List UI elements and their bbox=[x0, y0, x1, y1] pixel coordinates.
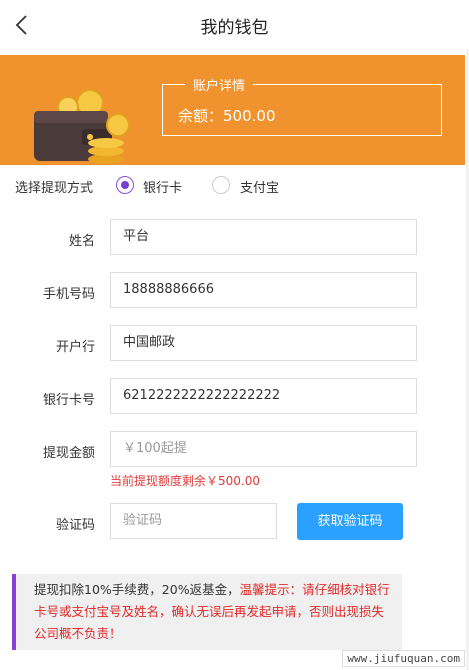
verification-code-input[interactable]: 验证码 bbox=[110, 503, 277, 539]
name-field[interactable]: 平台 bbox=[110, 219, 417, 255]
account-banner: 账户详情 余额：500.00 bbox=[0, 55, 465, 165]
page-title: 我的钱包 bbox=[200, 18, 269, 38]
name-label: 姓名 bbox=[68, 234, 95, 249]
amount-label: 提现金额 bbox=[42, 446, 95, 461]
radio-alipay[interactable] bbox=[212, 176, 230, 194]
withdraw-method-label: 选择提现方式 bbox=[15, 181, 94, 196]
bank-field[interactable]: 中国邮政 bbox=[110, 325, 417, 361]
header: 我的钱包 bbox=[0, 0, 469, 50]
account-balance: 余额：500.00 bbox=[178, 107, 276, 125]
card-number-label: 银行卡号 bbox=[42, 393, 95, 408]
code-label: 验证码 bbox=[55, 518, 95, 533]
amount-remaining-hint: 当前提现额度剩余￥500.00 bbox=[110, 474, 260, 488]
notice-fee-text: 提现扣除10%手续费，20%返基金， bbox=[34, 582, 240, 597]
withdraw-method-row: 选择提现方式 银行卡 支付宝 bbox=[15, 176, 315, 196]
get-code-button[interactable]: 获取验证码 bbox=[297, 503, 403, 540]
withdraw-notice: 提现扣除10%手续费，20%返基金，温馨提示：请仔细核对银行卡号或支付宝号及姓名… bbox=[12, 574, 402, 650]
card-number-field[interactable]: 6212222222222222222 bbox=[110, 378, 417, 414]
account-details-box: 账户详情 余额：500.00 bbox=[162, 75, 442, 136]
radio-alipay-label[interactable]: 支付宝 bbox=[240, 177, 279, 196]
account-details-title: 账户详情 bbox=[185, 75, 254, 94]
bank-label: 开户行 bbox=[55, 340, 95, 355]
wallet-icon bbox=[34, 89, 130, 164]
phone-label: 手机号码 bbox=[42, 287, 95, 302]
radio-bank-card-label[interactable]: 银行卡 bbox=[143, 177, 182, 196]
site-watermark: www.jiufuquan.com bbox=[342, 650, 465, 667]
phone-field[interactable]: 18888886666 bbox=[110, 272, 417, 308]
amount-input[interactable]: ￥100起提 bbox=[110, 431, 417, 467]
radio-bank-card[interactable] bbox=[116, 176, 134, 194]
